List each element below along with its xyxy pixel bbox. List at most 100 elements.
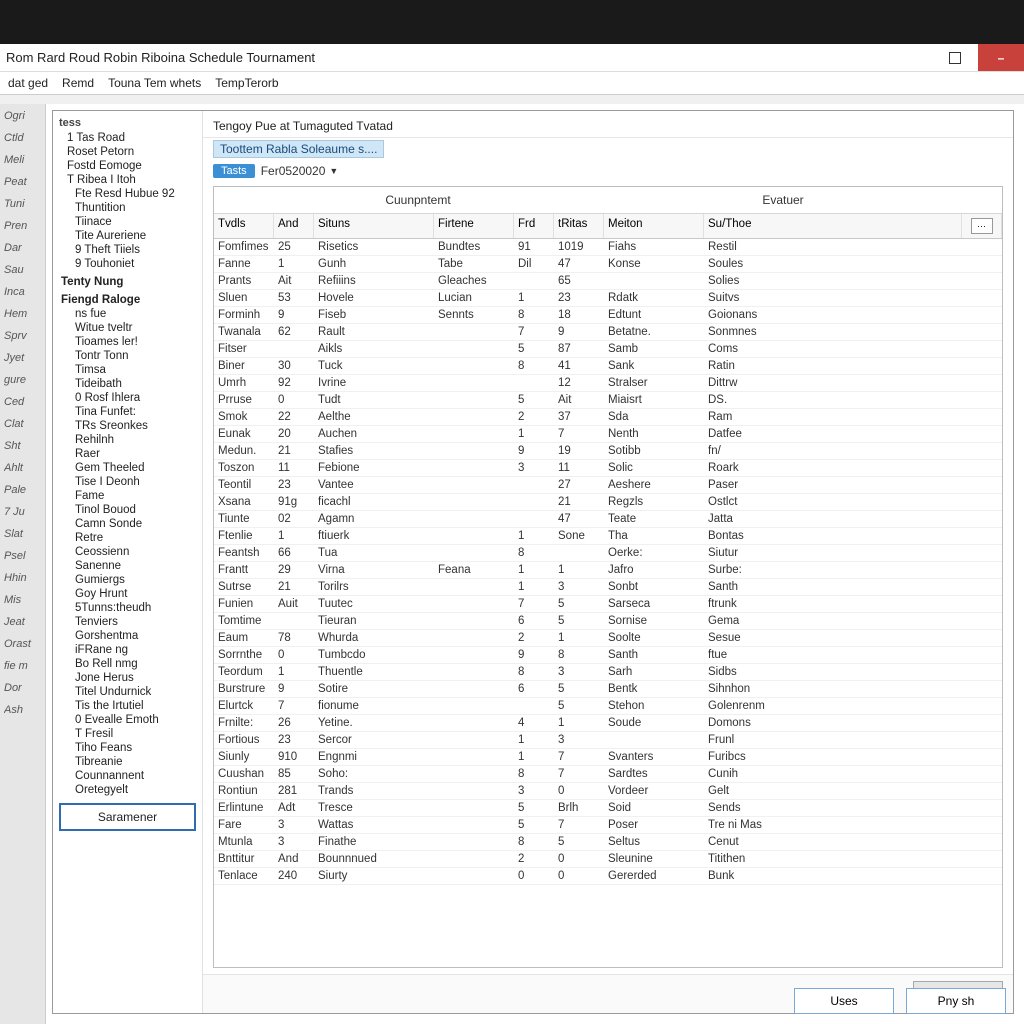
col-header[interactable]: Firtene (434, 214, 514, 238)
filter-label[interactable]: Tasts (213, 164, 255, 178)
tree-item[interactable]: Tiho Feans (59, 741, 196, 755)
col-header[interactable]: Situns (314, 214, 434, 238)
table-row[interactable]: Smok22Aelthe237SdaRam (214, 409, 1002, 426)
table-row[interactable]: Sorrnthe0Tumbcdo98Santhftue (214, 647, 1002, 664)
more-columns-button[interactable]: ··· (971, 218, 993, 234)
tree-item[interactable]: 9 Theft Tiiels (59, 243, 196, 257)
menu-item[interactable]: Remd (62, 76, 94, 90)
table-row[interactable]: Sutrse21Torilrs13SonbtSanth (214, 579, 1002, 596)
tree-item[interactable]: Tina Funfet: (59, 405, 196, 419)
table-row[interactable]: Fare3Wattas57PoserTre ni Mas (214, 817, 1002, 834)
table-row[interactable]: Frnilte:26Yetine.41SoudeDomons (214, 715, 1002, 732)
table-row[interactable]: Eaum78Whurda21SoolteSesue (214, 630, 1002, 647)
tree-item[interactable]: iFRane ng (59, 643, 196, 657)
tree-item[interactable]: Tise I Deonh (59, 475, 196, 489)
tree-item[interactable]: Fiengd Raloge (59, 293, 196, 307)
tree-item[interactable]: Timsa (59, 363, 196, 377)
table-row[interactable]: Twanala62Rault79Betatne.Sonmnes (214, 324, 1002, 341)
tree-item[interactable]: Jone Herus (59, 671, 196, 685)
table-row[interactable]: ErlintuneAdtTresce5BrlhSoidSends (214, 800, 1002, 817)
tree-item[interactable]: Witue tveltr (59, 321, 196, 335)
tree-item[interactable]: Rehilnh (59, 433, 196, 447)
table-row[interactable]: FunienAuitTuutec75Sarsecaftrunk (214, 596, 1002, 613)
tree-item[interactable]: Tinol Bouod (59, 503, 196, 517)
tree-item[interactable]: T Fresil (59, 727, 196, 741)
tree-item[interactable]: TRs Sreonkes (59, 419, 196, 433)
cancel-button[interactable]: Pny sh (906, 988, 1006, 1014)
col-header[interactable]: And (274, 214, 314, 238)
tree-item[interactable]: Tontr Tonn (59, 349, 196, 363)
table-row[interactable]: Xsana91gficachl21RegzlsOstlct (214, 494, 1002, 511)
table-row[interactable]: Fomfimes25RiseticsBundtes911019FiahsRest… (214, 239, 1002, 256)
table-row[interactable]: Mtunla3Finathe85SeltusCenut (214, 834, 1002, 851)
table-row[interactable]: Prruse0Tudt5AitMiaisrtDS. (214, 392, 1002, 409)
table-row[interactable]: Toszon11Febione311SolicRoark (214, 460, 1002, 477)
maximize-button[interactable] (932, 44, 978, 71)
tree-item[interactable]: Camn Sonde (59, 517, 196, 531)
tree-item[interactable]: Tenviers (59, 615, 196, 629)
tree-item[interactable]: Bo Rell nmg (59, 657, 196, 671)
table-row[interactable]: Medun.21Stafies919Sotibbfn/ (214, 443, 1002, 460)
table-row[interactable]: Fortious23Sercor13Frunl (214, 732, 1002, 749)
tree-item[interactable]: Tenty Nung (59, 275, 196, 289)
tree-item[interactable]: 0 Evealle Emoth (59, 713, 196, 727)
tree-item[interactable]: Thuntition (59, 201, 196, 215)
tree-item[interactable]: Raer (59, 447, 196, 461)
tree-item[interactable]: Fte Resd Hubue 92 (59, 187, 196, 201)
table-row[interactable]: Ftenlie1ftiuerk1SoneThaBontas (214, 528, 1002, 545)
tree-item[interactable]: Retre (59, 531, 196, 545)
table-row[interactable]: Biner30Tuck841SankRatin (214, 358, 1002, 375)
tree-item[interactable]: Tioames ler! (59, 335, 196, 349)
table-row[interactable]: Fanne1GunhTabeDil47KonseSoules (214, 256, 1002, 273)
tree-item[interactable]: 1 Tas Road (59, 131, 196, 145)
ok-button[interactable]: Uses (794, 988, 894, 1014)
col-header[interactable]: Frd (514, 214, 554, 238)
tree-item[interactable]: Tibreanie (59, 755, 196, 769)
table-row[interactable]: Siunly910Engnmi17SvantersFuribcs (214, 749, 1002, 766)
tree-item[interactable]: 9 Touhoniet (59, 257, 196, 271)
col-header[interactable]: Su/Thoe (704, 214, 962, 238)
sidebar-action-button[interactable]: Saramener (59, 803, 196, 831)
tree-item[interactable]: 5Tunns:theudh (59, 601, 196, 615)
tree-item[interactable]: Gorshentma (59, 629, 196, 643)
tree-item[interactable]: Ceossienn (59, 545, 196, 559)
table-row[interactable]: TomtimeTieuran65SorniseGema (214, 613, 1002, 630)
table-row[interactable]: Rontiun281Trands30VordeerGelt (214, 783, 1002, 800)
filter-dropdown[interactable]: Fer0520020 ▼ (261, 164, 339, 178)
table-row[interactable]: Frantt29VirnaFeana11JafroSurbe: (214, 562, 1002, 579)
tree-item[interactable]: Titel Undurnick (59, 685, 196, 699)
table-row[interactable]: Teordum1Thuentle83SarhSidbs (214, 664, 1002, 681)
table-row[interactable]: Umrh92Ivrine12StralserDittrw (214, 375, 1002, 392)
table-row[interactable]: Eunak20Auchen17NenthDatfee (214, 426, 1002, 443)
tree-item[interactable]: Tideibath (59, 377, 196, 391)
tree-item[interactable]: Fame (59, 489, 196, 503)
tree-item[interactable]: Roset Petorn (59, 145, 196, 159)
table-row[interactable]: Cuushan85Soho:87SardtesCunih (214, 766, 1002, 783)
table-row[interactable]: Tiunte02Agamn47TeateJatta (214, 511, 1002, 528)
col-header[interactable]: tRitas (554, 214, 604, 238)
table-row[interactable]: Burstrure9Sotire65BentkSihnhon (214, 681, 1002, 698)
tree-item[interactable]: Gem Theeled (59, 461, 196, 475)
tree-item[interactable]: Tis the Irtutiel (59, 699, 196, 713)
tree-item[interactable]: Fostd Eomoge (59, 159, 196, 173)
table-row[interactable]: Sluen53HoveleLucian123RdatkSuitvs (214, 290, 1002, 307)
table-row[interactable]: PrantsAitRefiiinsGleaches65Solies (214, 273, 1002, 290)
tree-item[interactable]: Sanenne (59, 559, 196, 573)
table-row[interactable]: Feantsh66Tua8Oerke:Siutur (214, 545, 1002, 562)
tree-item[interactable]: Goy Hrunt (59, 587, 196, 601)
tree-item[interactable]: Oretegyelt (59, 783, 196, 797)
tree-item[interactable]: Counnannent (59, 769, 196, 783)
col-header[interactable]: Tvdls (214, 214, 274, 238)
close-button[interactable] (978, 44, 1024, 71)
table-row[interactable]: Teontil23Vantee27AesherePaser (214, 477, 1002, 494)
tree-item[interactable]: Tiinace (59, 215, 196, 229)
table-row[interactable]: BnttiturAndBounnnued20SleunineTitithen (214, 851, 1002, 868)
tree-item[interactable]: Tite Aureriene (59, 229, 196, 243)
table-row[interactable]: Tenlace240Siurty00GererdedBunk (214, 868, 1002, 885)
menu-item[interactable]: Touna Tem whets (108, 76, 201, 90)
col-header[interactable]: Meiton (604, 214, 704, 238)
tree-item[interactable]: ns fue (59, 307, 196, 321)
table-row[interactable]: Elurtck7fionume5StehonGolenrenm (214, 698, 1002, 715)
tree-item[interactable]: Gumiergs (59, 573, 196, 587)
schedule-link[interactable]: Toottem Rabla Soleaume s.... (213, 140, 384, 158)
